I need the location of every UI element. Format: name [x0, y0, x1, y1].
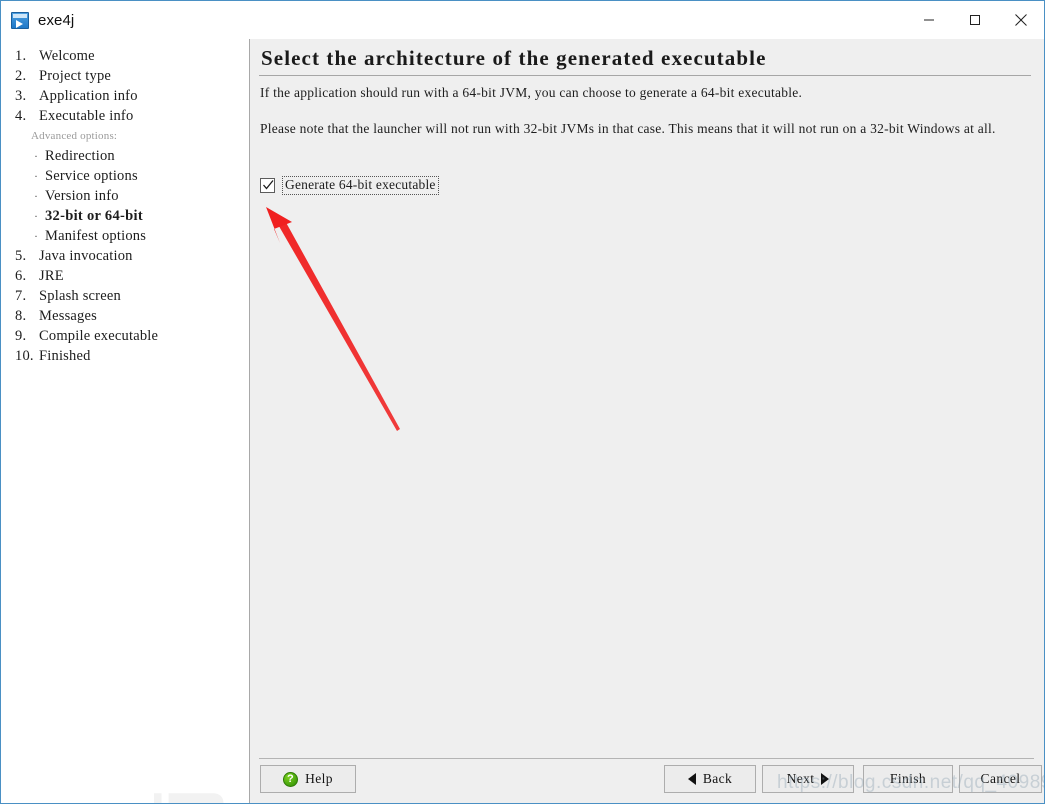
sidebar-item-version-info[interactable]: · Version info — [1, 186, 249, 206]
step-label: Messages — [39, 308, 97, 324]
step-label: Welcome — [39, 48, 95, 64]
step-label: Splash screen — [39, 288, 121, 304]
sidebar-item-label: 32-bit or 64-bit — [45, 208, 143, 224]
back-button-label: Back — [702, 771, 733, 786]
sidebar-item-messages[interactable]: 8. Messages — [1, 306, 249, 326]
minimize-icon — [924, 19, 934, 20]
description-paragraph-1: If the application should run with a 64-… — [260, 85, 803, 100]
sidebar-item-label: Service options — [45, 168, 138, 184]
step-label: JRE — [39, 268, 64, 284]
bullet-icon: · — [34, 189, 39, 203]
maximize-button[interactable] — [952, 1, 998, 38]
step-number: 5. — [15, 248, 27, 264]
step-number: 9. — [15, 328, 27, 344]
sidebar-item-service-options[interactable]: · Service options — [1, 166, 249, 186]
next-button-label: Next — [786, 771, 815, 786]
sidebar-item-executable-info[interactable]: 4. Executable info — [1, 106, 249, 126]
advanced-options-heading: Advanced options: — [31, 130, 118, 142]
step-label: Project type — [39, 68, 112, 84]
next-button[interactable]: Next — [762, 765, 854, 793]
page-title: Select the architecture of the generated… — [261, 46, 767, 70]
step-number: 7. — [15, 288, 27, 304]
step-number: 8. — [15, 308, 27, 324]
exe4j-wizard-window: exe4j 1. Welcome 2. Project type 3. Appl… — [0, 0, 1045, 804]
description-paragraph-2: Please note that the launcher will not r… — [260, 121, 996, 136]
window-title: exe4j — [38, 11, 75, 29]
checkmark-icon — [263, 180, 274, 190]
step-label: Finished — [39, 348, 91, 364]
generate-64bit-checkbox[interactable] — [260, 178, 275, 193]
close-icon — [1015, 13, 1027, 26]
sidebar-item-splash-screen[interactable]: 7. Splash screen — [1, 286, 249, 306]
bullet-icon: · — [34, 209, 39, 223]
wizard-step-sidebar: 1. Welcome 2. Project type 3. Applicatio… — [1, 39, 250, 803]
exe4j-watermark: exe4j — [140, 789, 225, 803]
help-button[interactable]: ? Help — [260, 765, 356, 793]
sidebar-item-manifest-options[interactable]: · Manifest options — [1, 226, 249, 246]
wizard-button-bar: ? Help Back Next Finish Cancel https://b… — [250, 759, 1044, 803]
sidebar-item-welcome[interactable]: 1. Welcome — [1, 46, 249, 66]
sidebar-item-java-invocation[interactable]: 5. Java invocation — [1, 246, 249, 266]
sidebar-item-finished[interactable]: 10. Finished — [1, 346, 249, 366]
step-label: Application info — [39, 88, 138, 104]
bullet-icon: · — [34, 169, 39, 183]
bullet-icon: · — [34, 149, 39, 163]
back-button[interactable]: Back — [664, 765, 756, 793]
generate-64bit-checkbox-row[interactable]: Generate 64-bit executable — [260, 176, 439, 195]
sidebar-item-label: Redirection — [45, 148, 115, 164]
cancel-button[interactable]: Cancel — [959, 765, 1042, 793]
triangle-left-icon — [687, 773, 696, 785]
finish-button[interactable]: Finish — [863, 765, 953, 793]
step-number: 3. — [15, 88, 27, 104]
sidebar-item-project-type[interactable]: 2. Project type — [1, 66, 249, 86]
red-annotation-arrow — [266, 207, 400, 431]
step-number: 10. — [15, 348, 34, 364]
triangle-right-icon — [821, 773, 830, 785]
window-controls — [906, 1, 1044, 38]
minimize-button[interactable] — [906, 1, 952, 38]
step-label: Compile executable — [39, 328, 159, 344]
sidebar-item-jre[interactable]: 6. JRE — [1, 266, 249, 286]
title-bar: exe4j — [1, 1, 1044, 40]
generate-64bit-checkbox-label: Generate 64-bit executable — [282, 176, 439, 195]
exe4j-app-icon — [11, 11, 29, 29]
sidebar-item-32bit-or-64bit[interactable]: · 32-bit or 64-bit — [1, 206, 249, 226]
title-divider — [259, 75, 1031, 76]
step-label: Executable info — [39, 108, 134, 124]
maximize-icon — [970, 14, 980, 25]
window-body: 1. Welcome 2. Project type 3. Applicatio… — [1, 39, 1044, 803]
step-number: 2. — [15, 68, 27, 84]
finish-button-label: Finish — [889, 771, 927, 786]
sidebar-item-redirection[interactable]: · Redirection — [1, 146, 249, 166]
step-label: Java invocation — [39, 248, 133, 264]
step-number: 1. — [15, 48, 27, 64]
sidebar-item-application-info[interactable]: 3. Application info — [1, 86, 249, 106]
bullet-icon: · — [34, 229, 39, 243]
cancel-button-label: Cancel — [980, 771, 1021, 786]
sidebar-item-label: Manifest options — [45, 228, 147, 244]
sidebar-item-compile-executable[interactable]: 9. Compile executable — [1, 326, 249, 346]
step-number: 6. — [15, 268, 27, 284]
close-button[interactable] — [998, 1, 1044, 38]
step-number: 4. — [15, 108, 27, 124]
help-button-label: Help — [305, 771, 333, 786]
main-panel: Select the architecture of the generated… — [250, 39, 1044, 803]
question-mark-icon: ? — [283, 771, 299, 787]
sidebar-item-label: Version info — [45, 188, 119, 204]
